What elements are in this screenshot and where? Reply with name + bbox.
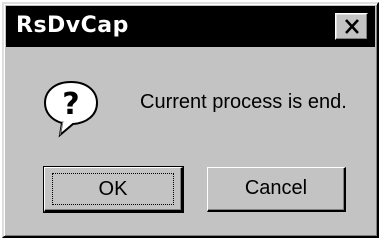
title-bar[interactable]: RsDvCap bbox=[6, 6, 375, 47]
ok-button-label: OK bbox=[52, 173, 174, 205]
cancel-button[interactable]: Cancel bbox=[207, 167, 346, 212]
close-icon bbox=[345, 19, 359, 34]
ok-button[interactable]: OK bbox=[43, 166, 184, 213]
close-button[interactable] bbox=[335, 13, 368, 40]
question-icon: ? bbox=[43, 80, 99, 138]
question-mark: ? bbox=[62, 87, 79, 122]
window-title: RsDvCap bbox=[16, 13, 129, 38]
cancel-button-label: Cancel bbox=[244, 177, 308, 199]
dialog-message: Current process is end. bbox=[140, 91, 347, 113]
message-dialog: RsDvCap ? Current process is end. OK Can… bbox=[2, 2, 379, 238]
